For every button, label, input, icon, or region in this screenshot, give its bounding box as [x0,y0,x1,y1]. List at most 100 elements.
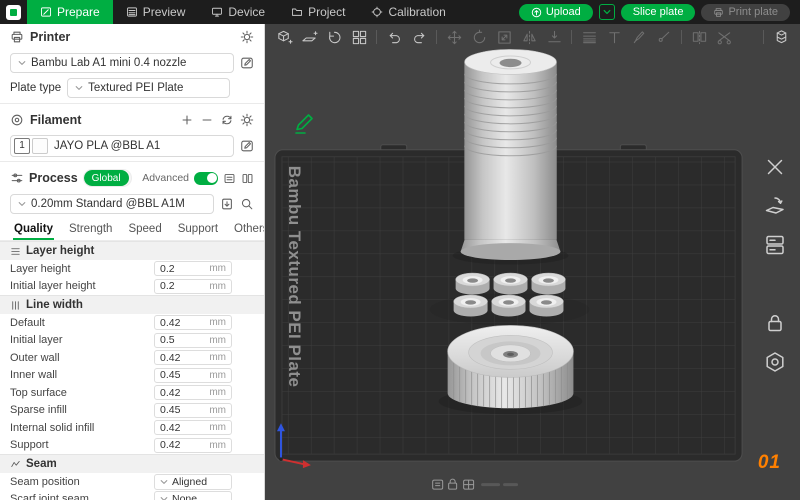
edit-printer-icon[interactable] [240,56,254,70]
save-preset-icon[interactable] [220,197,234,211]
viewport-3d[interactable]: Bambu Textured PEI Plate 01 [265,24,800,500]
mirror-button[interactable] [518,26,540,48]
plate-settings-icons[interactable] [432,478,519,490]
outer-wall-input[interactable]: mm [154,350,232,366]
plate-lock-icon[interactable] [448,478,458,490]
cut-button[interactable] [713,26,735,48]
initial-layer-height-value[interactable] [160,280,207,293]
arrange-button[interactable] [348,26,370,48]
sync-filament-icon[interactable] [220,113,234,127]
filament-select[interactable]: 1 JAYO PLA @BBL A1 [10,134,234,157]
tab-calibration[interactable]: Calibration [358,0,458,24]
move-button[interactable] [443,26,465,48]
compare-columns-icon[interactable] [241,172,254,185]
tab-others[interactable]: Others [226,223,264,240]
line-width-initial-layer-input[interactable]: mm [154,332,232,348]
tab-speed[interactable]: Speed [120,223,169,240]
tab-device[interactable]: Device [198,0,278,24]
inner-wall-value[interactable] [160,369,207,382]
sparse-infill-value[interactable] [160,404,207,417]
tab-project[interactable]: Project [278,0,358,24]
upload-button[interactable]: Upload [518,3,593,21]
undo-button[interactable] [383,26,405,48]
place-on-face-button[interactable] [543,26,565,48]
add-model-button[interactable] [273,26,295,48]
add-filament-icon[interactable] [180,113,194,127]
top-surface-value[interactable] [160,386,207,399]
tab-support[interactable]: Support [170,223,226,240]
filament-slot-number: 1 [14,137,30,154]
support-line-width-value[interactable] [160,439,207,452]
tab-preview[interactable]: Preview [113,0,199,24]
model-cap[interactable] [493,272,528,295]
search-icon[interactable] [240,197,254,211]
slice-plate-button[interactable]: Slice plate [620,3,696,21]
delete-object-button[interactable] [762,154,788,180]
model-cap[interactable] [491,294,526,317]
line-width-default-input[interactable]: mm [154,315,232,331]
edit-filament-icon[interactable] [240,139,254,153]
layer-height-value[interactable] [160,262,207,275]
slice-options-button[interactable] [598,4,615,20]
initial-layer-height-input[interactable]: mm [154,278,232,294]
inner-wall-input[interactable]: mm [154,367,232,383]
process-section-title: Process [29,171,78,185]
plate-settings-icon[interactable] [432,479,444,490]
redo-button[interactable] [408,26,430,48]
seam-position-select[interactable]: Aligned [154,473,232,490]
toolbar-separator [436,30,437,44]
model-knurled-lid[interactable] [447,325,574,409]
model-cylinder[interactable] [460,49,561,261]
top-surface-input[interactable]: mm [154,385,232,401]
process-preset-select[interactable]: 0.20mm Standard @BBL A1M [10,193,214,214]
split-button[interactable] [688,26,710,48]
assembly-view-button[interactable] [770,26,792,48]
plate-type-select[interactable]: Textured PEI Plate [67,77,230,98]
scope-global-button[interactable]: Global [83,170,129,186]
support-paint-button[interactable] [628,26,650,48]
plate-nut-button[interactable] [762,349,788,375]
scope-objects-button[interactable]: Objects [129,170,132,186]
internal-solid-infill-value[interactable] [160,421,207,434]
internal-solid-infill-input[interactable]: mm [154,420,232,436]
rotate-button[interactable] [468,26,490,48]
outer-wall-value[interactable] [160,351,207,364]
advanced-toggle[interactable] [194,171,218,185]
model-cap[interactable] [455,272,490,295]
tab-quality[interactable]: Quality [6,223,61,240]
plate-number[interactable]: 01 [758,452,781,474]
variable-layer-height-button[interactable] [578,26,600,48]
scale-button[interactable] [493,26,515,48]
plate-grid-icon[interactable] [463,479,475,490]
printer-select[interactable]: Bambu Lab A1 mini 0.4 nozzle [10,52,234,73]
model-cap[interactable] [529,294,564,317]
line-width-initial-layer-value[interactable] [160,334,207,347]
printer-settings-gear-icon[interactable] [240,30,254,44]
filament-color-swatch[interactable] [32,137,48,154]
seam-paint-button[interactable] [653,26,675,48]
sparse-infill-input[interactable]: mm [154,402,232,418]
edit-pencil-indicator[interactable] [293,112,315,139]
support-line-width-input[interactable]: mm [154,437,232,453]
model-cap[interactable] [531,272,566,295]
scarf-joint-seam-select[interactable]: None [154,491,232,500]
filament-row: 1 JAYO PLA @BBL A1 [0,133,264,158]
settings-sidebar: Printer Bambu Lab A1 mini 0.4 nozzle Pla… [0,24,265,500]
auto-orient-button[interactable] [323,26,345,48]
print-plate-button[interactable]: Print plate [701,3,790,21]
layer-height-input[interactable]: mm [154,261,232,277]
remove-filament-icon[interactable] [200,113,214,127]
line-width-default-value[interactable] [160,316,207,329]
arrange-plate-button[interactable] [762,232,788,258]
tab-strength[interactable]: Strength [61,223,120,240]
text-tool-button[interactable] [603,26,625,48]
scene-3d[interactable]: Bambu Textured PEI Plate [265,24,800,499]
model-cap[interactable] [453,294,488,317]
filament-settings-gear-icon[interactable] [240,113,254,127]
add-plate-button[interactable] [298,26,320,48]
tab-prepare[interactable]: Prepare [27,0,113,24]
view-list-icon[interactable] [223,172,236,185]
lock-plate-button[interactable] [762,310,788,336]
toolbar-separator [376,30,377,44]
auto-orient-plate-button[interactable] [762,193,788,219]
